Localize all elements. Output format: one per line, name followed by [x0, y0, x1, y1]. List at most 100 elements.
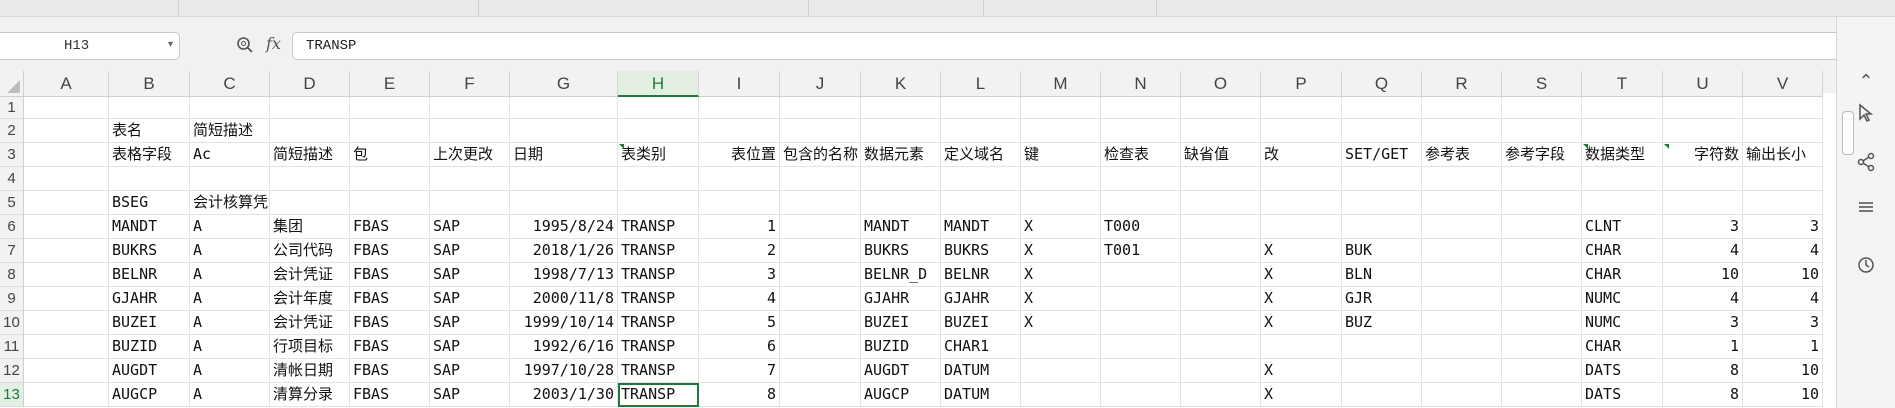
cell-C5[interactable]: 会计核算凭证段 — [190, 191, 270, 215]
cell-S7[interactable] — [1502, 239, 1582, 263]
cell-V12[interactable]: 10 — [1743, 359, 1823, 383]
cell-S11[interactable] — [1502, 335, 1582, 359]
column-header-M[interactable]: M — [1021, 71, 1101, 97]
cell-J10[interactable] — [780, 311, 861, 335]
cell-C12[interactable]: A — [190, 359, 270, 383]
cell-N1[interactable] — [1101, 97, 1181, 119]
row-header-7[interactable]: 7 — [0, 239, 24, 263]
cell-E2[interactable] — [350, 119, 430, 143]
cell-U6[interactable]: 3 — [1663, 215, 1743, 239]
cell-G3[interactable]: 日期 — [510, 143, 618, 167]
cell-F12[interactable]: SAP — [430, 359, 510, 383]
cell-K5[interactable] — [861, 191, 941, 215]
cell-K12[interactable]: AUGDT — [861, 359, 941, 383]
cell-A7[interactable] — [24, 239, 109, 263]
cell-L9[interactable]: GJAHR — [941, 287, 1021, 311]
cell-J5[interactable] — [780, 191, 861, 215]
cell-C8[interactable]: A — [190, 263, 270, 287]
cell-S13[interactable] — [1502, 383, 1582, 407]
cell-J7[interactable] — [780, 239, 861, 263]
cell-H8[interactable]: TRANSP — [618, 263, 699, 287]
cell-H10[interactable]: TRANSP — [618, 311, 699, 335]
cell-R7[interactable] — [1422, 239, 1502, 263]
column-header-Q[interactable]: Q — [1342, 71, 1422, 97]
cell-H13[interactable]: TRANSP — [618, 383, 699, 407]
cell-R4[interactable] — [1422, 167, 1502, 191]
cell-S3[interactable]: 参考字段 — [1502, 143, 1582, 167]
cell-I7[interactable]: 2 — [699, 239, 780, 263]
cell-O11[interactable] — [1181, 335, 1261, 359]
cell-E1[interactable] — [350, 97, 430, 119]
cell-D9[interactable]: 会计年度 — [270, 287, 350, 311]
cell-D10[interactable]: 会计凭证 — [270, 311, 350, 335]
cell-S10[interactable] — [1502, 311, 1582, 335]
cell-U2[interactable] — [1663, 119, 1743, 143]
cell-H3[interactable]: 表类别 — [618, 143, 699, 167]
cell-I5[interactable] — [699, 191, 780, 215]
column-header-R[interactable]: R — [1422, 71, 1502, 97]
cell-P12[interactable]: X — [1261, 359, 1342, 383]
cell-V2[interactable] — [1743, 119, 1823, 143]
cell-N3[interactable]: 检查表 — [1101, 143, 1181, 167]
cell-T2[interactable] — [1582, 119, 1663, 143]
cell-F7[interactable]: SAP — [430, 239, 510, 263]
cell-J8[interactable] — [780, 263, 861, 287]
cell-H4[interactable] — [618, 167, 699, 191]
cell-B8[interactable]: BELNR — [109, 263, 190, 287]
cell-S9[interactable] — [1502, 287, 1582, 311]
cell-D2[interactable] — [270, 119, 350, 143]
cell-P10[interactable]: X — [1261, 311, 1342, 335]
cell-O10[interactable] — [1181, 311, 1261, 335]
cell-C1[interactable] — [190, 97, 270, 119]
row-header-11[interactable]: 11 — [0, 335, 24, 359]
cell-J2[interactable] — [780, 119, 861, 143]
cell-G2[interactable] — [510, 119, 618, 143]
cell-T3[interactable]: 数据类型 — [1582, 143, 1663, 167]
column-header-G[interactable]: G — [510, 71, 618, 97]
cell-F3[interactable]: 上次更改 — [430, 143, 510, 167]
cell-B6[interactable]: MANDT — [109, 215, 190, 239]
cell-K2[interactable] — [861, 119, 941, 143]
cell-T4[interactable] — [1582, 167, 1663, 191]
cell-S5[interactable] — [1502, 191, 1582, 215]
cell-J4[interactable] — [780, 167, 861, 191]
row-header-13[interactable]: 13 — [0, 383, 24, 407]
cell-M10[interactable]: X — [1021, 311, 1101, 335]
cell-L4[interactable] — [941, 167, 1021, 191]
cell-P4[interactable] — [1261, 167, 1342, 191]
cell-U1[interactable] — [1663, 97, 1743, 119]
cell-F4[interactable] — [430, 167, 510, 191]
cell-L7[interactable]: BUKRS — [941, 239, 1021, 263]
cell-U7[interactable]: 4 — [1663, 239, 1743, 263]
cell-H9[interactable]: TRANSP — [618, 287, 699, 311]
cell-N8[interactable] — [1101, 263, 1181, 287]
column-header-E[interactable]: E — [350, 71, 430, 97]
row-header-8[interactable]: 8 — [0, 263, 24, 287]
cell-U10[interactable]: 3 — [1663, 311, 1743, 335]
cell-T11[interactable]: CHAR — [1582, 335, 1663, 359]
cell-I3[interactable]: 表位置 — [699, 143, 780, 167]
cell-O9[interactable] — [1181, 287, 1261, 311]
cell-U5[interactable] — [1663, 191, 1743, 215]
cell-L3[interactable]: 定义域名 — [941, 143, 1021, 167]
cell-M9[interactable]: X — [1021, 287, 1101, 311]
cell-P11[interactable] — [1261, 335, 1342, 359]
cell-A10[interactable] — [24, 311, 109, 335]
cell-J13[interactable] — [780, 383, 861, 407]
cell-A2[interactable] — [24, 119, 109, 143]
cell-L8[interactable]: BELNR — [941, 263, 1021, 287]
cell-I13[interactable]: 8 — [699, 383, 780, 407]
cell-U8[interactable]: 10 — [1663, 263, 1743, 287]
cell-R8[interactable] — [1422, 263, 1502, 287]
cell-K8[interactable]: BELNR_D — [861, 263, 941, 287]
cell-J6[interactable] — [780, 215, 861, 239]
share-icon[interactable] — [1855, 152, 1877, 174]
cell-A9[interactable] — [24, 287, 109, 311]
cell-T10[interactable]: NUMC — [1582, 311, 1663, 335]
cell-J12[interactable] — [780, 359, 861, 383]
cell-L6[interactable]: MANDT — [941, 215, 1021, 239]
cell-S12[interactable] — [1502, 359, 1582, 383]
cell-V8[interactable]: 10 — [1743, 263, 1823, 287]
cell-K13[interactable]: AUGCP — [861, 383, 941, 407]
cell-F11[interactable]: SAP — [430, 335, 510, 359]
